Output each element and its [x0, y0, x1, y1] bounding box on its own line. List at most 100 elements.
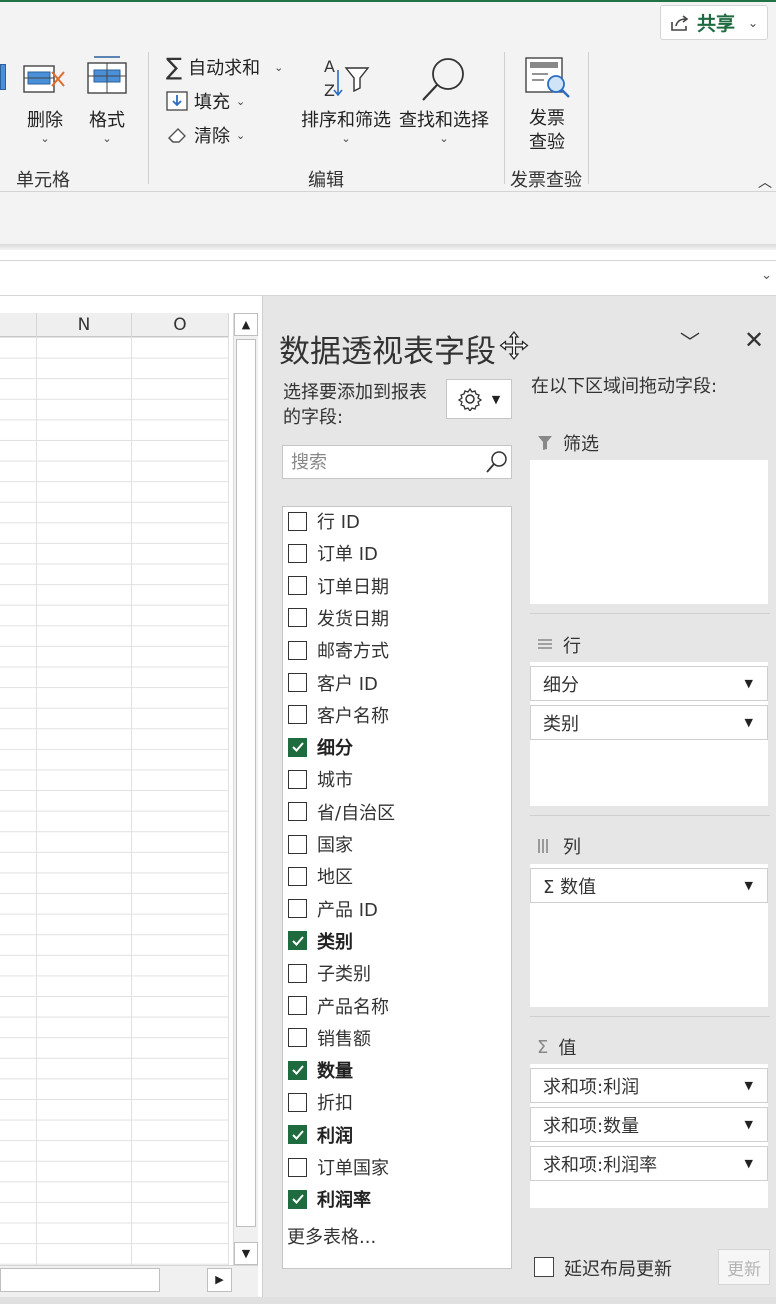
checkbox-unchecked[interactable]: [288, 1092, 307, 1112]
field-item[interactable]: 类别: [288, 927, 353, 955]
values-drop-area[interactable]: 求和项:利润 ▼ 求和项:数量 ▼ 求和项:利润率 ▼: [530, 1064, 768, 1208]
clear-button[interactable]: 清除 ⌄: [166, 122, 245, 148]
share-button[interactable]: 共享 ⌄: [660, 5, 768, 40]
autosum-button[interactable]: ∑ 自动求和 ⌄: [166, 54, 283, 80]
value-field-pill[interactable]: 求和项:利润率 ▼: [530, 1146, 768, 1181]
checkbox-unchecked[interactable]: [288, 673, 307, 692]
field-item[interactable]: 城市: [288, 765, 353, 793]
checkbox-unchecked[interactable]: [288, 640, 307, 660]
invoice-check-button[interactable]: 发票 查验: [516, 54, 578, 154]
field-item[interactable]: 客户名称: [288, 701, 389, 729]
field-item[interactable]: 订单国家: [288, 1153, 389, 1181]
field-item[interactable]: 产品名称: [288, 992, 389, 1020]
field-item[interactable]: 订单日期: [288, 572, 389, 600]
checkbox-unchecked[interactable]: [288, 866, 307, 886]
field-item[interactable]: 细分: [288, 733, 353, 761]
column-field-pill[interactable]: Σ 数值 ▼: [530, 868, 768, 903]
fill-button[interactable]: 填充 ⌄: [166, 88, 245, 114]
close-icon[interactable]: ✕: [744, 326, 764, 354]
dropdown-arrow-icon[interactable]: ▼: [745, 1079, 753, 1092]
column-field-pill-label: Σ 数值: [543, 876, 597, 898]
tools-button[interactable]: ▼: [446, 379, 512, 419]
expand-formula-bar-icon[interactable]: ⌄: [761, 268, 772, 283]
checkbox-checked[interactable]: [288, 1060, 307, 1080]
row-field-pill[interactable]: 类别 ▼: [530, 705, 768, 740]
sort-filter-button[interactable]: A Z 排序和筛选 ⌄: [300, 54, 392, 150]
rows-drop-area[interactable]: 细分 ▼ 类别 ▼: [530, 662, 768, 806]
checkbox-checked[interactable]: [288, 1189, 307, 1209]
dropdown-arrow-icon[interactable]: ▼: [745, 677, 753, 690]
field-item[interactable]: 子类别: [288, 959, 371, 987]
field-item[interactable]: 利润: [288, 1121, 353, 1149]
column-header-o[interactable]: O: [132, 313, 229, 337]
scroll-right-button[interactable]: ▶: [207, 1268, 232, 1292]
gear-icon: [457, 387, 482, 411]
field-item-label: 数量: [317, 1061, 353, 1083]
checkbox-checked[interactable]: [288, 737, 307, 757]
field-item[interactable]: 国家: [288, 830, 353, 858]
svg-text:A: A: [324, 57, 335, 76]
field-item[interactable]: 销售额: [288, 1024, 371, 1052]
pane-options-chevron-icon[interactable]: ﹀: [680, 326, 700, 355]
share-icon: [671, 14, 689, 31]
field-item[interactable]: 省/自治区: [288, 798, 395, 826]
scroll-down-button[interactable]: ▼: [234, 1242, 258, 1265]
update-button[interactable]: 更新: [718, 1249, 770, 1285]
value-field-pill[interactable]: 求和项:数量 ▼: [530, 1107, 768, 1142]
checkbox-checked[interactable]: [288, 931, 307, 951]
field-item[interactable]: 行 ID: [288, 507, 360, 535]
row-field-pill[interactable]: 细分 ▼: [530, 666, 768, 701]
checkbox-unchecked[interactable]: [288, 543, 307, 563]
field-item[interactable]: 数量: [288, 1056, 353, 1084]
filters-drop-area[interactable]: [530, 460, 768, 604]
checkbox-unchecked[interactable]: [288, 996, 307, 1015]
format-button[interactable]: 格式 ⌄: [80, 54, 134, 150]
scroll-up-button[interactable]: ▲: [234, 313, 258, 336]
find-select-button[interactable]: 查找和选择 ⌄: [398, 54, 490, 150]
search-icon[interactable]: [485, 450, 509, 474]
field-item[interactable]: 发货日期: [288, 604, 389, 632]
status-bar-edge: [0, 1297, 776, 1304]
column-header-partial[interactable]: [0, 313, 37, 337]
checkbox-unchecked[interactable]: [288, 511, 307, 531]
chevron-down-icon: ⌄: [236, 94, 246, 108]
more-tables-link[interactable]: 更多表格...: [287, 1223, 376, 1249]
vertical-scrollbar[interactable]: ▲ ▼: [233, 313, 258, 1266]
checkbox-unchecked[interactable]: [288, 963, 307, 983]
field-item[interactable]: 邮寄方式: [288, 636, 389, 664]
scroll-thumb[interactable]: [236, 339, 256, 1227]
checkbox-unchecked[interactable]: [288, 705, 307, 725]
formula-bar[interactable]: [0, 260, 776, 296]
field-item[interactable]: 折扣: [288, 1088, 353, 1116]
column-header-n[interactable]: N: [37, 313, 132, 337]
field-item[interactable]: 地区: [288, 862, 353, 890]
checkbox-unchecked[interactable]: [288, 1157, 307, 1177]
horizontal-scroll-thumb[interactable]: [0, 1268, 160, 1292]
collapse-ribbon-icon[interactable]: ︿: [758, 172, 772, 192]
checkbox-unchecked[interactable]: [288, 802, 307, 822]
dropdown-arrow-icon[interactable]: ▼: [745, 1157, 753, 1170]
checkbox-unchecked[interactable]: [288, 834, 307, 854]
dropdown-arrow-icon[interactable]: ▼: [745, 1118, 753, 1131]
defer-layout-checkbox[interactable]: [534, 1257, 554, 1277]
search-icon: [422, 58, 464, 101]
dropdown-arrow-icon[interactable]: ▼: [745, 879, 753, 892]
value-field-pill[interactable]: 求和项:利润 ▼: [530, 1068, 768, 1103]
field-search-input[interactable]: [283, 446, 473, 478]
delete-button[interactable]: 删除 ⌄: [18, 54, 72, 150]
columns-drop-area[interactable]: Σ 数值 ▼: [530, 864, 768, 1007]
rows-label-text: 行: [563, 636, 581, 657]
field-item-label: 折扣: [317, 1093, 353, 1115]
group-divider: [504, 52, 505, 184]
checkbox-unchecked[interactable]: [288, 576, 307, 596]
checkbox-checked[interactable]: [288, 1125, 307, 1145]
dropdown-arrow-icon[interactable]: ▼: [745, 716, 753, 729]
field-item[interactable]: 产品 ID: [288, 895, 378, 923]
checkbox-unchecked[interactable]: [288, 1028, 307, 1048]
checkbox-unchecked[interactable]: [288, 899, 307, 919]
checkbox-unchecked[interactable]: [288, 608, 307, 628]
field-item[interactable]: 客户 ID: [288, 669, 378, 697]
field-item[interactable]: 利润率: [288, 1185, 371, 1213]
field-item[interactable]: 订单 ID: [288, 539, 378, 567]
checkbox-unchecked[interactable]: [288, 769, 307, 789]
